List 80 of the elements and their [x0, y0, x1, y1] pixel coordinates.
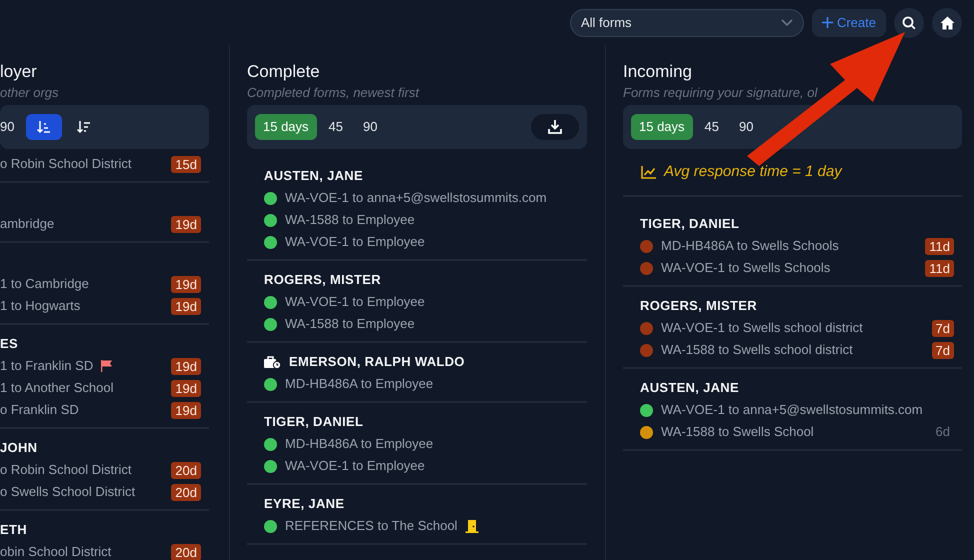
form-entry[interactable]: o Robin School District: [0, 460, 132, 480]
age-badge: 7d: [932, 320, 954, 336]
search-button[interactable]: [894, 8, 924, 38]
form-entry[interactable]: REFERENCES to The School: [285, 516, 458, 536]
person-name: AUSTEN, JANE: [640, 379, 739, 398]
home-icon: [940, 16, 954, 30]
column-subtitle: other orgs: [0, 84, 60, 102]
form-filter-dropdown[interactable]: All forms: [570, 8, 804, 36]
age-badge: 11d: [925, 238, 954, 254]
age-badge: 15d: [171, 156, 201, 172]
person-name: ES: [0, 335, 18, 354]
home-button[interactable]: [932, 8, 962, 38]
form-entry[interactable]: obin School District: [0, 542, 112, 560]
column-title: loyer: [0, 61, 38, 83]
form-entry[interactable]: o Franklin SD: [0, 400, 79, 420]
chart-line-icon: [641, 166, 656, 178]
age-badge: 19d: [171, 216, 201, 232]
age-label: 6d: [934, 423, 951, 442]
range-filter-tab[interactable]: 45: [320, 114, 352, 140]
person-name: ETH: [0, 521, 27, 540]
person-name: EYRE, JANE: [264, 495, 344, 514]
form-entry[interactable]: WA-VOE-1 to Employee: [285, 292, 425, 312]
form-entry[interactable]: o Robin School District: [0, 154, 132, 174]
form-entry[interactable]: ambridge: [0, 214, 54, 234]
age-badge: 20d: [171, 484, 201, 500]
form-entry[interactable]: WA-1588 to Swells School: [661, 422, 814, 442]
column-title: Incoming: [623, 61, 693, 83]
form-entry[interactable]: MD-HB486A to Swells Schools: [661, 236, 839, 256]
column-subtitle: Completed forms, newest first: [247, 84, 420, 102]
form-entry[interactable]: 1 to Franklin SD: [0, 356, 94, 376]
age-badge: 20d: [171, 544, 201, 560]
age-badge: 19d: [171, 276, 201, 292]
form-entry[interactable]: WA-VOE-1 to Employee: [285, 232, 425, 252]
column-title: Complete: [247, 61, 321, 83]
form-entry[interactable]: WA-1588 to Employee: [285, 210, 415, 230]
sort-ascending-icon: [37, 120, 52, 134]
age-badge: 19d: [171, 402, 201, 418]
person-name: AUSTEN, JANE: [264, 167, 363, 186]
person-name: EMERSON, RALPH WALDO: [289, 353, 465, 372]
age-badge: 19d: [171, 358, 201, 374]
create-button[interactable]: Create: [812, 8, 886, 36]
person-name: TIGER, DANIEL: [640, 215, 740, 234]
sort-button[interactable]: [26, 114, 62, 140]
chevron-down-icon: [780, 18, 793, 26]
person-name: JOHN: [0, 439, 38, 458]
sort-descending-icon: [77, 120, 92, 134]
person-name: ROGERS, MISTER: [264, 271, 381, 290]
form-entry[interactable]: WA-1588 to Swells school district: [661, 340, 853, 360]
age-badge: 7d: [932, 342, 954, 358]
briefcase-clock-icon: [264, 356, 281, 368]
form-entry[interactable]: 1 to Cambridge: [0, 274, 89, 294]
search-icon: [902, 16, 916, 30]
form-entry[interactable]: WA-1588 to Employee: [285, 314, 415, 334]
age-badge: 11d: [925, 260, 954, 276]
age-badge: 19d: [171, 298, 201, 314]
range-filter-tab[interactable]: 90: [355, 114, 386, 140]
download-icon: [548, 120, 562, 134]
range-filter-tab[interactable]: 15 days: [255, 114, 317, 140]
person-name: ROGERS, MISTER: [640, 297, 757, 316]
range-filter-tab[interactable]: 90: [0, 114, 22, 140]
form-entry[interactable]: WA-VOE-1 to Swells Schools: [661, 258, 830, 278]
age-badge: 20d: [171, 462, 201, 478]
form-entry[interactable]: WA-VOE-1 to Swells school district: [661, 318, 863, 338]
form-entry[interactable]: WA-VOE-1 to anna+5@swellstosummits.com: [661, 400, 923, 420]
form-entry[interactable]: 1 to Hogwarts: [0, 296, 80, 316]
form-entry[interactable]: WA-VOE-1 to anna+5@swellstosummits.com: [285, 188, 547, 208]
plus-icon: [822, 17, 833, 28]
form-entry[interactable]: MD-HB486A to Employee: [285, 374, 434, 394]
form-entry[interactable]: o Swells School District: [0, 482, 136, 502]
person-name: TIGER, DANIEL: [264, 413, 364, 432]
age-badge: 19d: [171, 380, 201, 396]
range-filter-tab[interactable]: 45: [696, 114, 728, 140]
avg-response-time: Avg response time = 1 day: [664, 162, 842, 182]
column-subtitle: Forms requiring your signature, ol: [623, 84, 819, 102]
download-button[interactable]: [531, 114, 579, 140]
range-filter-tab[interactable]: 90: [731, 114, 762, 140]
form-entry[interactable]: WA-VOE-1 to Employee: [285, 456, 425, 476]
form-entry[interactable]: MD-HB486A to Employee: [285, 434, 434, 454]
form-entry[interactable]: 1 to Another School: [0, 378, 114, 398]
range-filter-tab[interactable]: 15 days: [631, 114, 693, 140]
